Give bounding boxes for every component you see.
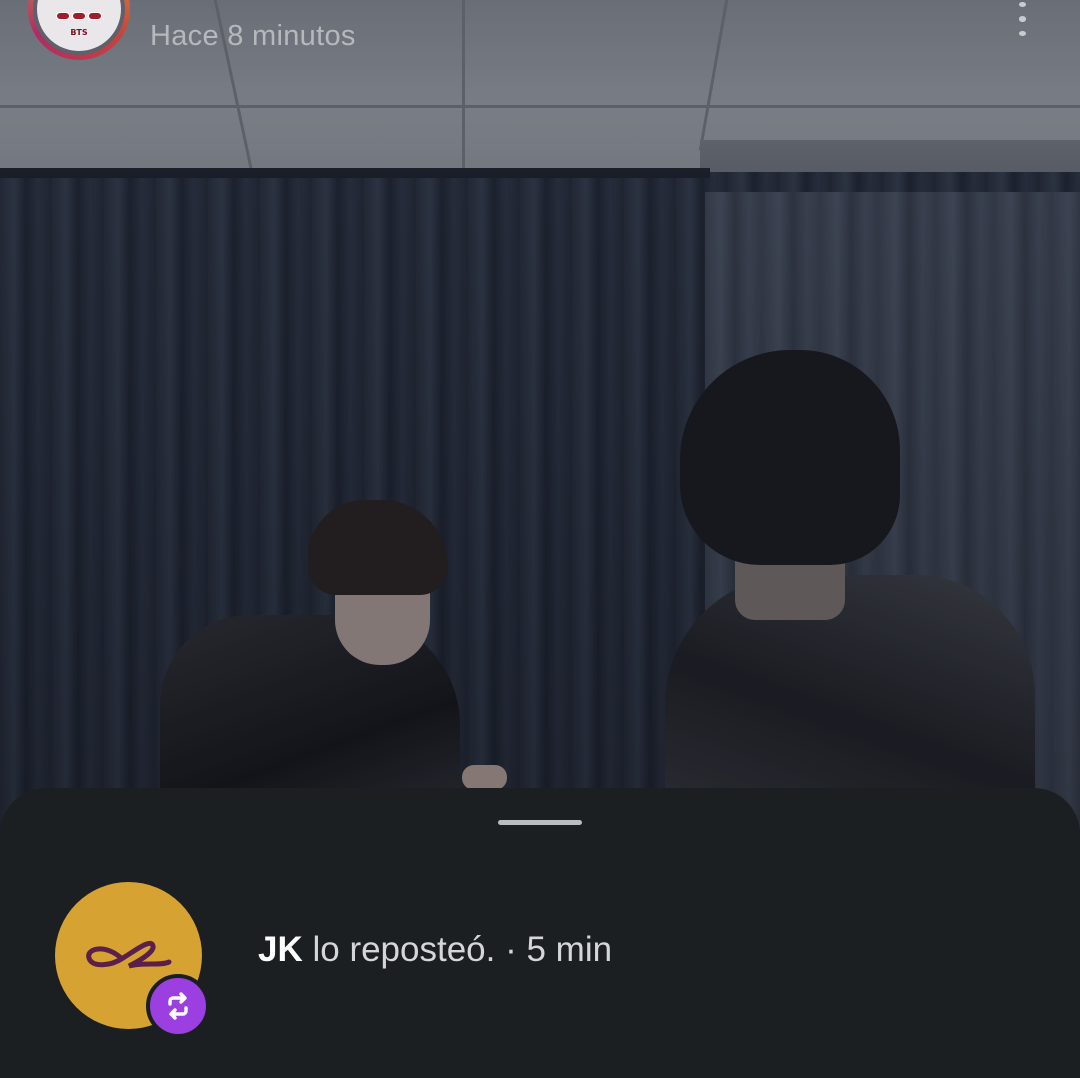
more-vertical-icon <box>1018 16 1026 22</box>
repost-time: 5 min <box>526 930 613 969</box>
repost-action-text: lo reposteó. <box>302 930 496 969</box>
bottom-sheet: JK lo reposteó. · 5 min <box>0 788 1080 1078</box>
post-time: Hace 8 minutos <box>150 20 356 52</box>
repost-info: JK lo reposteó. · 5 min <box>258 930 612 970</box>
signature-logo-icon <box>85 940 171 968</box>
logo-dots-icon <box>56 11 102 20</box>
avatar-label: BTS <box>70 27 88 37</box>
repost-icon <box>168 992 188 1020</box>
reposter-username[interactable]: JK <box>258 930 303 969</box>
more-vertical-icon <box>1018 2 1026 8</box>
more-vertical-icon <box>1018 30 1026 36</box>
more-options-button[interactable] <box>1008 2 1036 36</box>
repost-badge <box>146 974 210 1038</box>
author-avatar-logo: BTS <box>33 0 125 55</box>
drag-handle[interactable] <box>498 820 582 825</box>
story-photo[interactable] <box>0 0 1080 830</box>
photo-dim-overlay <box>0 0 1080 830</box>
separator-dot: · <box>495 930 527 969</box>
story-viewer: BTS Hace 8 minutos JK lo reposteó. · 5 m… <box>0 0 1080 1078</box>
